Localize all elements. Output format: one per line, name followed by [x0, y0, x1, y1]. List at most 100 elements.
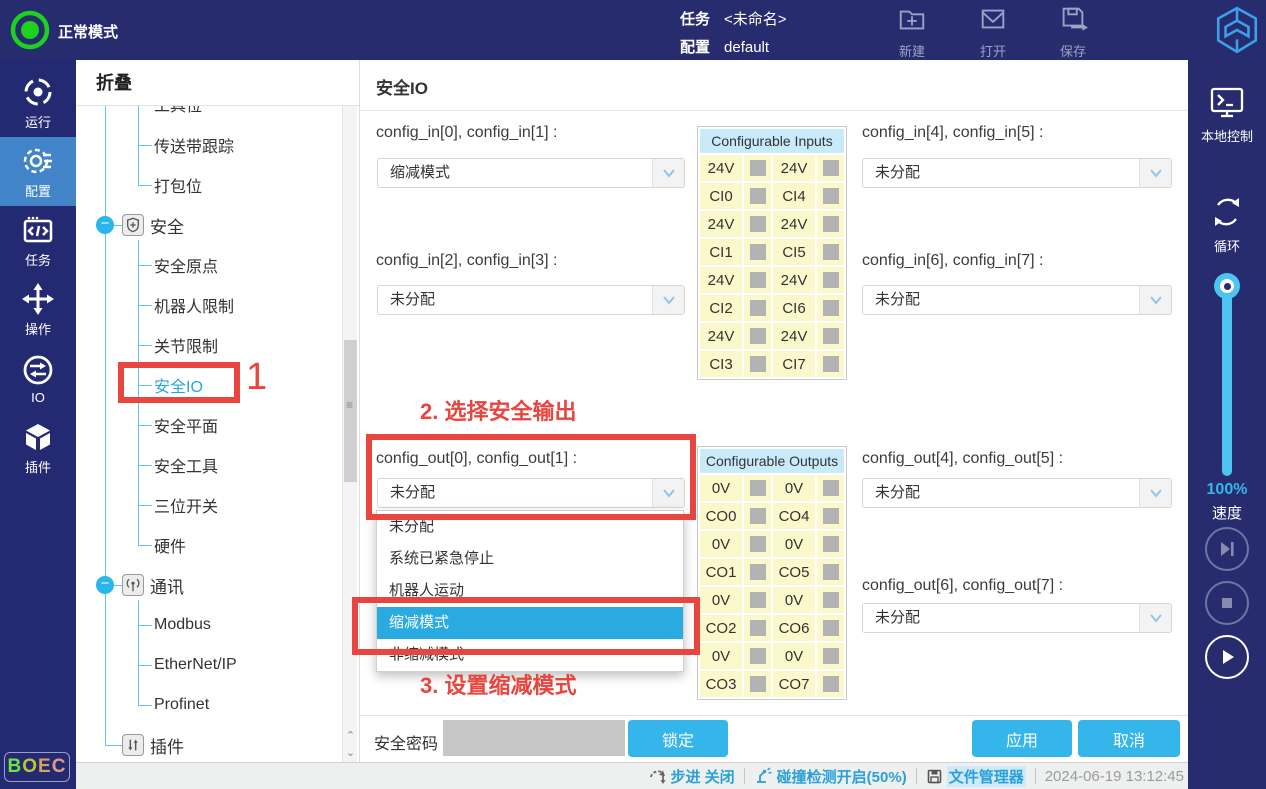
pin-label: 24V — [773, 211, 815, 237]
io-indicator — [823, 160, 839, 176]
table-row: CO2CO6 — [700, 615, 844, 641]
config-in-45-label: config_in[4], config_in[5] : — [862, 124, 1043, 142]
skip-icon — [1216, 539, 1238, 559]
config-out-45-dropdown[interactable]: 未分配 — [862, 478, 1172, 508]
tree-scrollbar[interactable]: ⌃ ⌄ — [342, 106, 357, 762]
play-button[interactable] — [1205, 635, 1249, 679]
config-in-45-dropdown[interactable]: 未分配 — [862, 158, 1172, 188]
tree-collapse-toggle[interactable]: − — [96, 216, 114, 234]
tree-item-安全工具[interactable]: 安全工具 — [76, 450, 336, 480]
pin-indicator-cell — [817, 323, 844, 349]
dropdown-option[interactable]: 缩减模式 — [377, 607, 683, 639]
pin-label: CI7 — [773, 351, 815, 377]
tree-item-插件[interactable]: 插件 — [76, 730, 336, 760]
io-indicator — [823, 244, 839, 260]
io-indicator — [823, 508, 839, 524]
speed-slider-handle[interactable] — [1214, 273, 1240, 299]
boec-letter: B — [8, 756, 23, 778]
config-in-23-dropdown[interactable]: 未分配 — [377, 285, 685, 315]
tree-collapse-header[interactable]: 折叠 — [76, 60, 359, 106]
io-indicator — [750, 356, 766, 372]
tree-item-安全IO[interactable]: 安全IO — [76, 370, 336, 400]
sidebar-item-plugin[interactable]: 插件 — [0, 413, 76, 482]
config-out-01-dropdown[interactable]: 未分配 — [377, 478, 685, 508]
open-button[interactable]: 打开 — [969, 4, 1017, 60]
io-indicator — [750, 272, 766, 288]
pin-indicator-cell — [744, 503, 771, 529]
file-manager-button[interactable]: 文件管理器 — [926, 766, 1026, 787]
sidebar-item-config[interactable]: 配置 — [0, 137, 76, 206]
chevron-down-icon — [1139, 604, 1171, 632]
sidebar-item-task[interactable]: 任务 — [0, 206, 76, 275]
pin-label: 0V — [773, 587, 815, 613]
sidebar-item-jog[interactable]: 操作 — [0, 275, 76, 344]
dropdown-option[interactable]: 未分配 — [377, 511, 683, 543]
chevron-down-icon — [1139, 159, 1171, 187]
io-indicator — [750, 620, 766, 636]
dropdown-option[interactable]: 机器人运动 — [377, 575, 683, 607]
io-indicator — [750, 592, 766, 608]
dropdown-option[interactable]: 系统已紧急停止 — [377, 543, 683, 575]
tree-item-机器人限制[interactable]: 机器人限制 — [76, 290, 336, 320]
pin-indicator-cell — [817, 559, 844, 585]
save-button[interactable]: 保存 — [1049, 4, 1097, 60]
config-in-01-dropdown[interactable]: 缩减模式 — [377, 158, 685, 188]
config-out-67-dropdown[interactable]: 未分配 — [862, 603, 1172, 633]
collision-detect-toggle[interactable]: 碰撞检测开启(50%) — [754, 766, 907, 787]
task-label: 任务 — [680, 11, 710, 28]
safety-password-input[interactable] — [443, 720, 625, 756]
io-indicator — [750, 536, 766, 552]
io-indicator — [823, 356, 839, 372]
speed-slider-track[interactable] — [1222, 284, 1232, 476]
tree-item-Profinet[interactable]: Profinet — [76, 690, 336, 720]
tree-item-安全原点[interactable]: 安全原点 — [76, 250, 336, 280]
chevron-down-icon — [1139, 286, 1171, 314]
scroll-up-arrow[interactable]: ⌃ — [343, 728, 358, 744]
configurable-inputs-header: Configurable Inputs — [700, 129, 844, 153]
io-indicator — [823, 592, 839, 608]
sidebar-item-run[interactable]: 运行 — [0, 68, 76, 137]
new-button[interactable]: 新建 — [888, 4, 936, 60]
io-indicator — [823, 564, 839, 580]
pin-label: 0V — [700, 531, 742, 557]
tree-item-Modbus[interactable]: Modbus — [76, 610, 336, 640]
tree-item-硬件[interactable]: 硬件 — [76, 530, 336, 560]
scrollbar-thumb[interactable] — [344, 340, 357, 482]
table-row: CI3CI7 — [700, 351, 844, 377]
tree-item-传送带跟踪[interactable]: 传送带跟踪 — [76, 130, 336, 160]
cancel-button[interactable]: 取消 — [1078, 720, 1180, 757]
configurable-outputs-table: Configurable Outputs0V0VCO0CO40V0VCO1CO5… — [697, 446, 847, 700]
tree-item-安全[interactable]: −安全 — [76, 210, 336, 240]
task-value: <未命名> — [724, 11, 787, 28]
table-row: 24V24V — [700, 155, 844, 181]
io-indicator — [823, 300, 839, 316]
tree-item-通讯[interactable]: −通讯 — [76, 570, 336, 600]
tree-collapse-toggle[interactable]: − — [96, 576, 114, 594]
apply-button[interactable]: 应用 — [972, 720, 1072, 757]
tree-item-三位开关[interactable]: 三位开关 — [76, 490, 336, 520]
lock-button[interactable]: 锁定 — [628, 720, 728, 757]
step-forward-button[interactable] — [1205, 527, 1249, 571]
stop-button[interactable] — [1205, 581, 1249, 625]
page-title: 安全IO — [376, 74, 428, 99]
pin-label: 24V — [773, 155, 815, 181]
local-control-button[interactable]: 本地控制 — [1188, 84, 1266, 145]
pin-label: 0V — [700, 587, 742, 613]
config-in-67-dropdown[interactable]: 未分配 — [862, 285, 1172, 315]
scroll-down-arrow[interactable]: ⌄ — [343, 745, 358, 761]
tree-item-安全平面[interactable]: 安全平面 — [76, 410, 336, 440]
config-label: 配置 — [680, 39, 710, 56]
run-icon — [21, 75, 55, 109]
divider — [744, 768, 745, 784]
cycle-button[interactable]: 循环 — [1188, 192, 1266, 255]
save-icon — [1057, 4, 1089, 34]
tree-item-打包位[interactable]: 打包位 — [76, 170, 336, 200]
step-mode-toggle[interactable]: 步进 关闭 — [649, 766, 735, 787]
dropdown-option[interactable]: 非缩减模式 — [377, 639, 683, 671]
pin-indicator-cell — [817, 615, 844, 641]
table-row: CO0CO4 — [700, 503, 844, 529]
tree-item-关节限制[interactable]: 关节限制 — [76, 330, 336, 360]
tree-item-EtherNet/IP[interactable]: EtherNet/IP — [76, 650, 336, 680]
pin-label: CO7 — [773, 671, 815, 697]
sidebar-item-io[interactable]: IO — [0, 344, 76, 413]
